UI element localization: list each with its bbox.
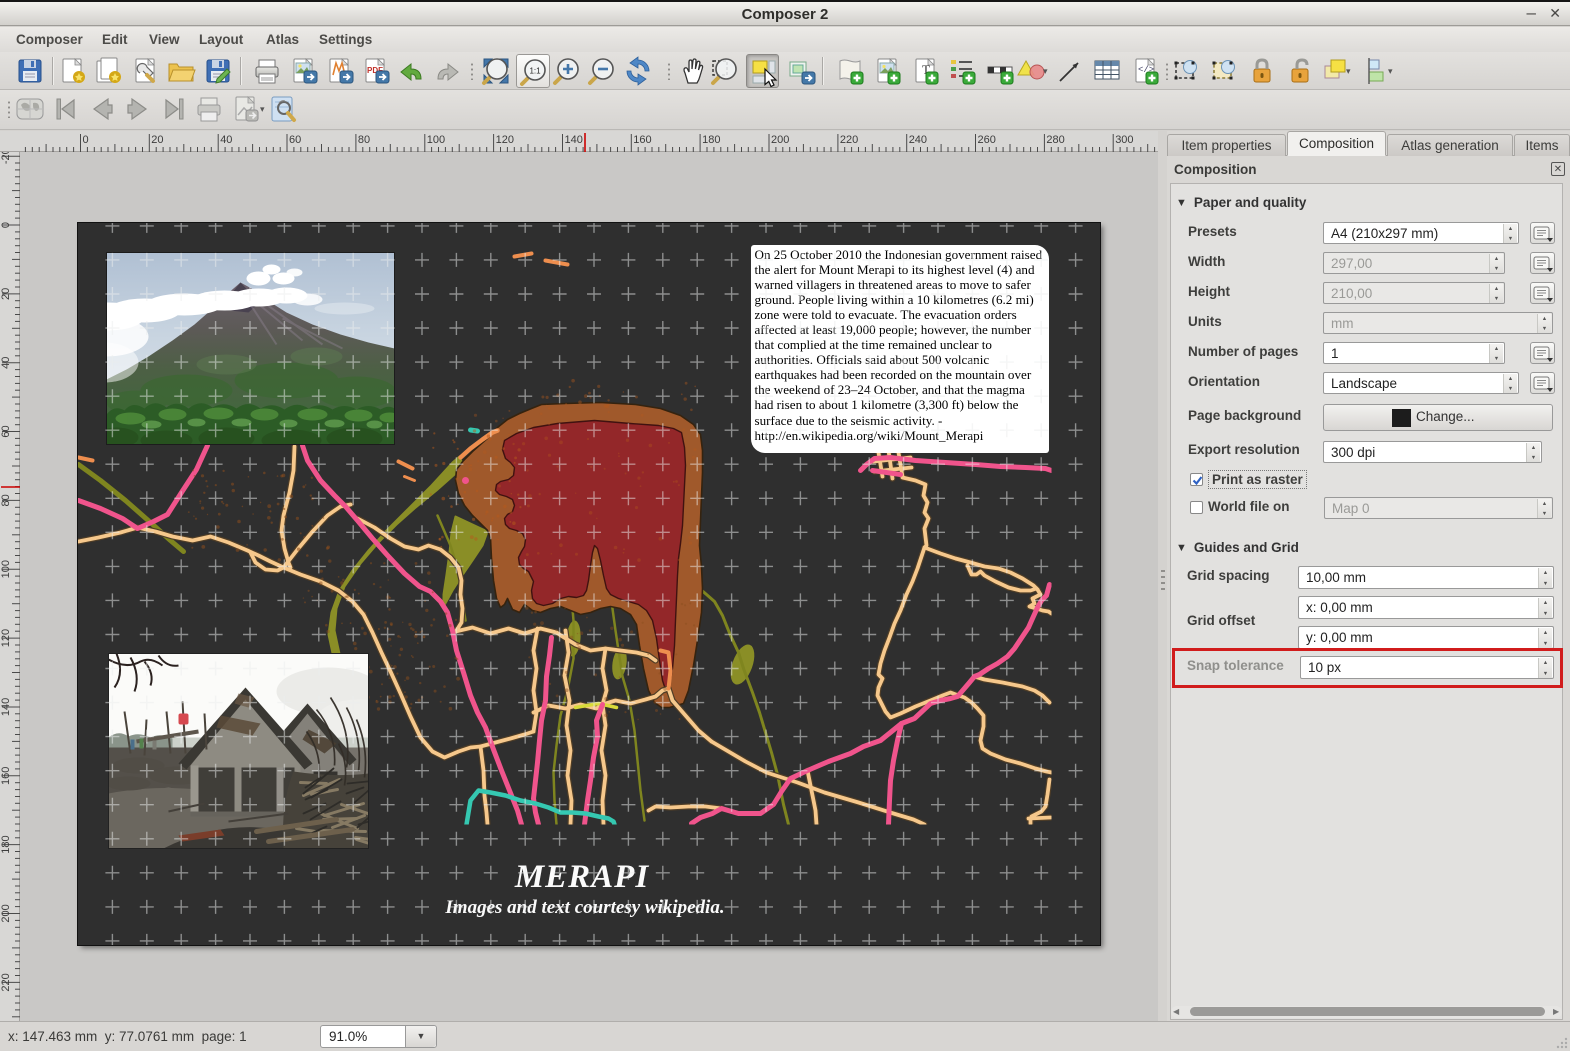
svg-text:280: 280 (1046, 134, 1064, 146)
svg-text:-20: -20 (0, 152, 12, 164)
svg-text:1:1: 1:1 (529, 67, 541, 76)
svg-text:220: 220 (840, 134, 858, 146)
svg-text:0: 0 (0, 222, 12, 228)
svg-text:200: 200 (771, 134, 789, 146)
svg-text:60: 60 (289, 134, 301, 146)
svg-text:120: 120 (0, 629, 12, 647)
svg-text:120: 120 (496, 134, 514, 146)
svg-text:100: 100 (0, 560, 12, 578)
svg-text:300: 300 (1115, 134, 1133, 146)
svg-text:40: 40 (220, 134, 232, 146)
svg-text:60: 60 (0, 425, 12, 437)
svg-text:160: 160 (0, 767, 12, 785)
svg-text:80: 80 (0, 494, 12, 506)
svg-text:180: 180 (0, 835, 12, 853)
svg-text:240: 240 (909, 134, 927, 146)
svg-text:20: 20 (151, 134, 163, 146)
svg-text:140: 140 (0, 698, 12, 716)
svg-text:40: 40 (0, 357, 12, 369)
svg-text:200: 200 (0, 904, 12, 922)
svg-text:260: 260 (978, 134, 996, 146)
svg-text:180: 180 (702, 134, 720, 146)
svg-text:100: 100 (427, 134, 445, 146)
svg-text:220: 220 (0, 973, 12, 991)
svg-text:80: 80 (358, 134, 370, 146)
svg-text:160: 160 (633, 134, 651, 146)
svg-text:0: 0 (83, 134, 89, 146)
svg-text:140: 140 (565, 134, 583, 146)
svg-text:20: 20 (0, 288, 12, 300)
